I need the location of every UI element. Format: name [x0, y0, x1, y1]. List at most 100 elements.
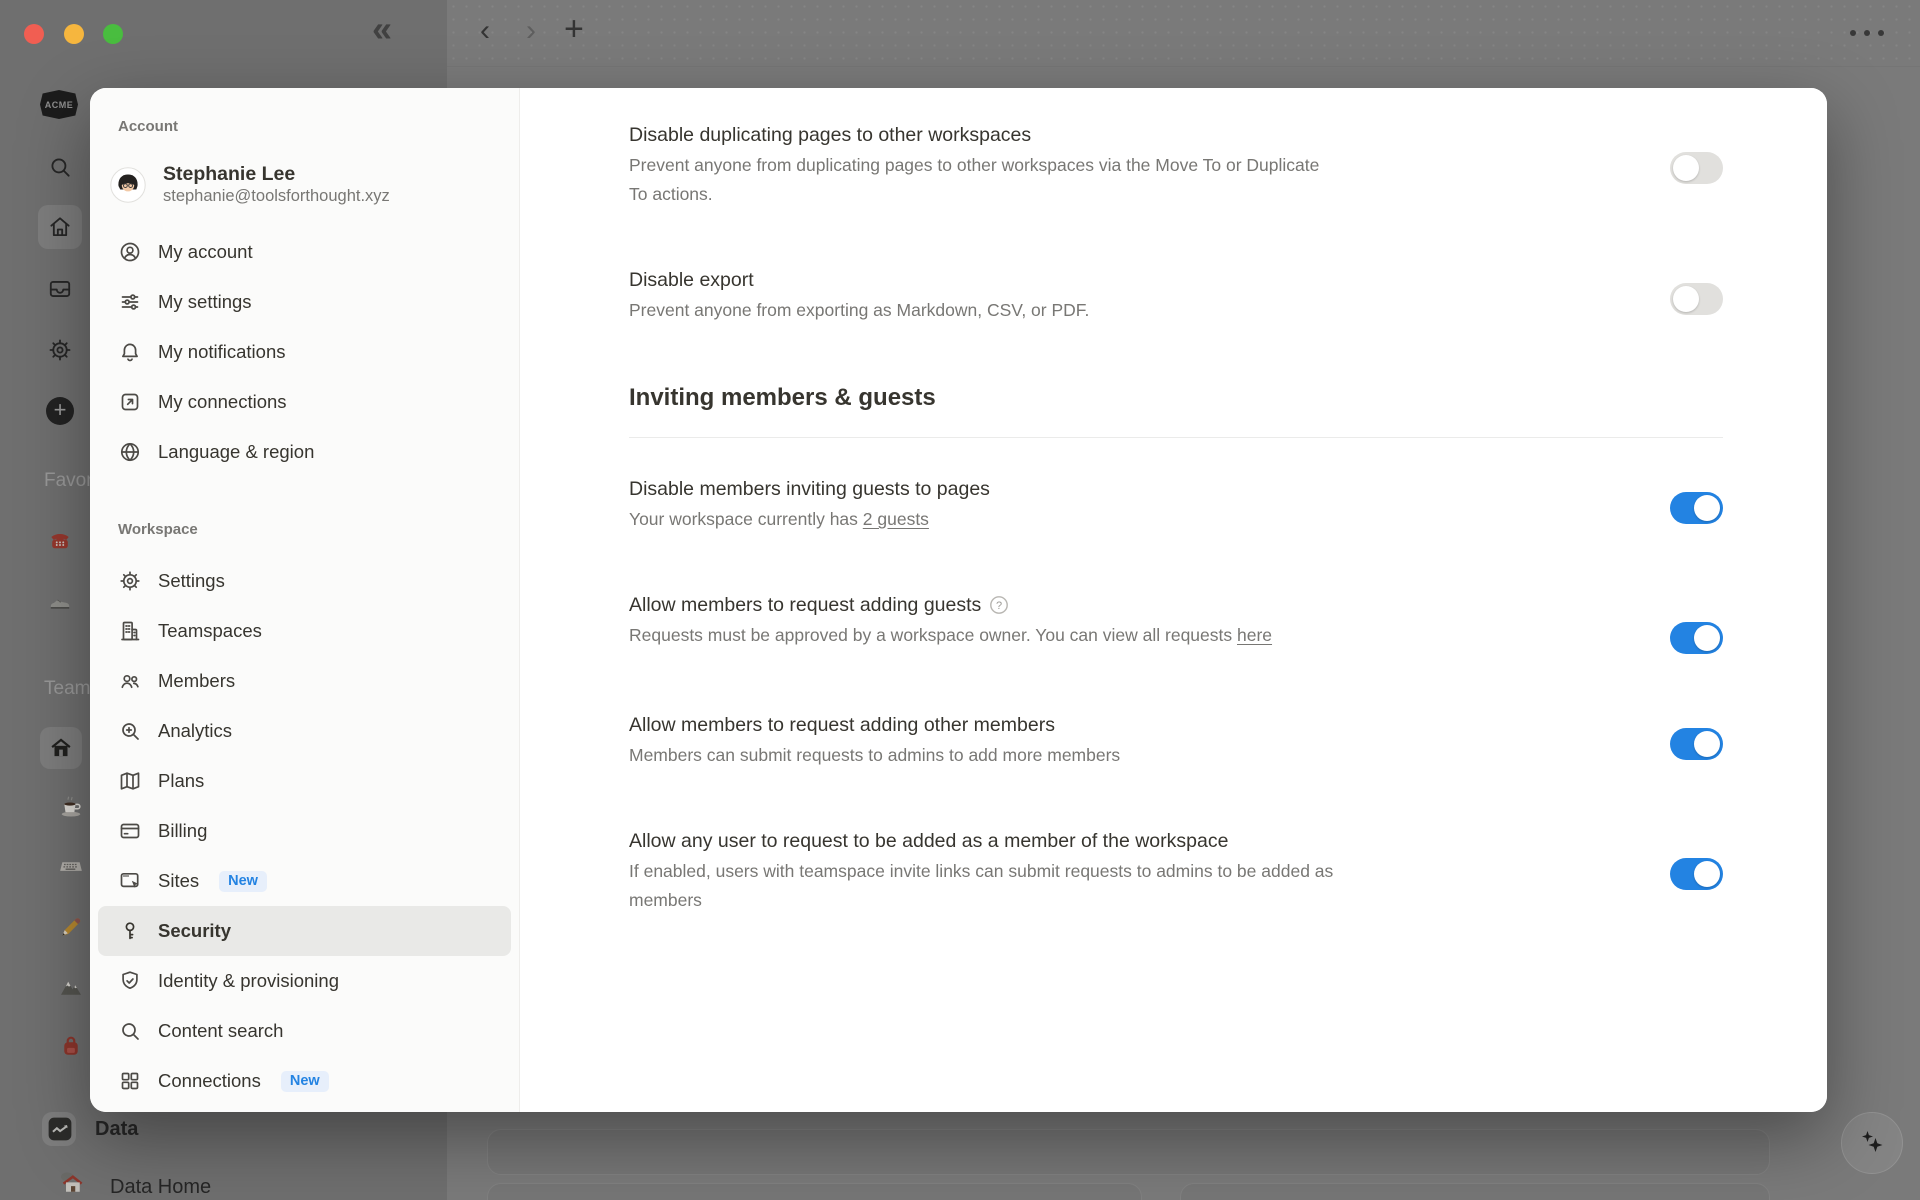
backdrop-box	[487, 1183, 1142, 1200]
setting-title: Allow members to request adding other me…	[629, 712, 1120, 738]
setting-row: Allow members to request adding other me…	[629, 712, 1723, 770]
security-settings-panel: Disable duplicating pages to other works…	[520, 88, 1827, 1112]
toggle-off[interactable]	[1670, 152, 1723, 184]
toggle-knob	[1694, 495, 1720, 521]
zoomplus-icon	[118, 719, 142, 743]
coffee-emoji-icon[interactable]	[58, 794, 84, 820]
account-email: stephanie@toolsforthought.xyz	[163, 186, 390, 207]
sidebar-item-label: Sites	[158, 870, 199, 892]
setting-title: Disable duplicating pages to other works…	[629, 122, 1334, 148]
sidebar-item-label: Plans	[158, 770, 204, 792]
phone-emoji-icon[interactable]	[47, 527, 73, 553]
section-divider	[629, 437, 1723, 438]
sidebar-item-members[interactable]: Members	[98, 656, 511, 706]
toggle-knob	[1694, 625, 1720, 651]
svg-text:?: ?	[996, 600, 1002, 612]
pencil-emoji-icon[interactable]	[58, 914, 84, 940]
sidebar-item-settings[interactable]: Settings	[98, 556, 511, 606]
workspace-logo[interactable]: ACME	[40, 90, 78, 119]
sidebar-item-label: Members	[158, 670, 235, 692]
mountain-emoji-icon[interactable]	[58, 974, 84, 1000]
person-icon	[118, 240, 142, 264]
settings-gear-icon[interactable]	[47, 337, 73, 363]
new-badge: New	[219, 871, 267, 892]
sidebar-item-connections[interactable]: ConnectionsNew	[98, 1056, 511, 1106]
data-home-icon[interactable]	[56, 1168, 86, 1198]
traffic-light-close-button[interactable]	[24, 24, 44, 44]
setting-row: Disable exportPrevent anyone from export…	[629, 267, 1723, 325]
toggle-off[interactable]	[1670, 283, 1723, 315]
forward-icon[interactable]: ›	[526, 14, 536, 48]
sites-icon	[118, 869, 142, 893]
sidebar-collapse-icon[interactable]: «	[372, 8, 392, 50]
sidebar-item-label: Teamspaces	[158, 620, 262, 642]
more-options-icon[interactable]	[1850, 30, 1884, 36]
search-icon[interactable]	[47, 154, 73, 180]
traffic-light-minimize-button[interactable]	[64, 24, 84, 44]
home-icon[interactable]	[47, 214, 73, 240]
new-page-icon[interactable]: +	[46, 397, 74, 425]
setting-link[interactable]: here	[1237, 625, 1272, 645]
toggle-on[interactable]	[1670, 492, 1723, 524]
sidebar-item-data-home[interactable]: Data Home	[110, 1176, 211, 1199]
sidebar-item-label: My account	[158, 241, 253, 263]
help-icon[interactable]: ?	[989, 595, 1009, 615]
sneaker-emoji-icon[interactable]	[47, 588, 73, 614]
setting-row: Disable members inviting guests to pages…	[629, 476, 1723, 534]
traffic-light-zoom-button[interactable]	[103, 24, 123, 44]
chart-emoji-icon[interactable]	[47, 1116, 73, 1142]
setting-description: Requests must be approved by a workspace…	[629, 621, 1272, 650]
account-profile-row[interactable]: Stephanie Lee stephanie@toolsforthought.…	[98, 153, 511, 217]
ai-assistant-button[interactable]	[1841, 1112, 1903, 1174]
sidebar-item-label: Identity & provisioning	[158, 970, 339, 992]
globe-icon	[118, 440, 142, 464]
sidebar-item-my-account[interactable]: My account	[98, 227, 511, 277]
sidebar-item-label: Settings	[158, 570, 225, 592]
settings-dialog: Account Stephanie Lee stephanie@toolsfor…	[90, 88, 1827, 1112]
sidebar-item-label: My settings	[158, 291, 252, 313]
back-icon[interactable]: ‹	[480, 14, 490, 48]
sidebar-item-my-connections[interactable]: My connections	[98, 377, 511, 427]
sidebar-item-identity-provisioning[interactable]: Identity & provisioning	[98, 956, 511, 1006]
keyboard-emoji-icon[interactable]	[58, 853, 84, 879]
sidebar-item-analytics[interactable]: Analytics	[98, 706, 511, 756]
new-tab-icon[interactable]: +	[564, 10, 584, 49]
sidebar-item-my-notifications[interactable]: My notifications	[98, 327, 511, 377]
sidebar-item-label: My connections	[158, 391, 287, 413]
setting-link[interactable]: 2 guests	[863, 509, 929, 529]
sidebar-item-billing[interactable]: Billing	[98, 806, 511, 856]
sidebar-item-label: Language & region	[158, 441, 314, 463]
sidebar-item-security[interactable]: Security	[98, 906, 511, 956]
bell-icon	[118, 340, 142, 364]
setting-description: If enabled, users with teamspace invite …	[629, 857, 1334, 915]
settings-sidebar: Account Stephanie Lee stephanie@toolsfor…	[90, 88, 520, 1112]
setting-row: Allow any user to request to be added as…	[629, 828, 1723, 915]
inbox-icon[interactable]	[47, 276, 73, 302]
backdrop-box	[1180, 1183, 1770, 1200]
sidebar-item-language-region[interactable]: Language & region	[98, 427, 511, 477]
toggle-on[interactable]	[1670, 858, 1723, 890]
sparkles-icon	[1855, 1126, 1889, 1160]
toggle-on[interactable]	[1670, 622, 1723, 654]
backpack-emoji-icon[interactable]	[58, 1034, 84, 1060]
gearline-icon	[118, 569, 142, 593]
sidebar-item-content-search[interactable]: Content search	[98, 1006, 511, 1056]
new-badge: New	[281, 1071, 329, 1092]
setting-description: Prevent anyone from duplicating pages to…	[629, 151, 1334, 209]
toggle-on[interactable]	[1670, 728, 1723, 760]
setting-description: Members can submit requests to admins to…	[629, 741, 1120, 770]
sidebar-item-plans[interactable]: Plans	[98, 756, 511, 806]
toggle-knob	[1694, 861, 1720, 887]
sidebar-item-label: Content search	[158, 1020, 283, 1042]
sidebar-item-label: Billing	[158, 820, 207, 842]
sidebar-item-teamspaces[interactable]: Teamspaces	[98, 606, 511, 656]
sidebar-item-my-settings[interactable]: My settings	[98, 277, 511, 327]
setting-title: Disable export	[629, 267, 1089, 293]
house-emoji-icon[interactable]	[48, 735, 74, 761]
sidebar-item-sites[interactable]: Sites New	[98, 856, 511, 906]
linkbox-icon	[118, 390, 142, 414]
sidebar-item-label: Analytics	[158, 720, 232, 742]
key-icon	[118, 919, 142, 943]
account-section-label: Account	[118, 118, 511, 135]
sidebar-item-data[interactable]: Data	[95, 1118, 138, 1141]
